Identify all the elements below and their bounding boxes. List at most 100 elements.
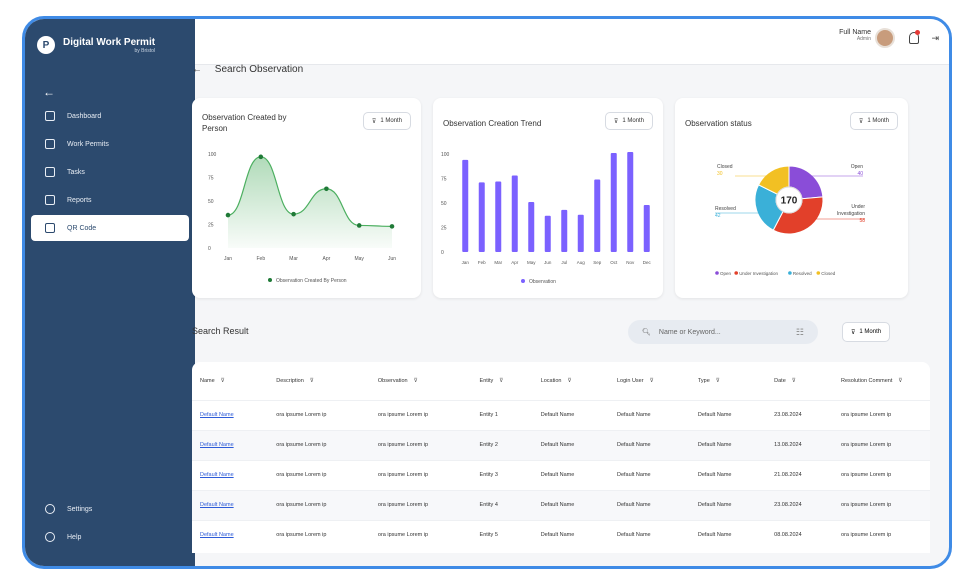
table-cell: ora ipsume Lorem ip xyxy=(268,399,370,430)
page-back-button[interactable]: ← xyxy=(192,64,202,75)
table-cell: Default Name xyxy=(532,399,609,430)
column-filter-icon[interactable]: ⊽ xyxy=(716,378,720,384)
table-cell: ora ipsume Lorem ip xyxy=(268,519,370,550)
column-header[interactable]: Login User ⊽ xyxy=(609,362,690,400)
sidebar-item-work-permits[interactable]: Work Permits xyxy=(31,131,189,157)
row-name-link[interactable]: Default Name xyxy=(192,399,269,430)
x-tick-label: Apr xyxy=(323,256,331,262)
bar xyxy=(610,153,617,252)
column-header[interactable]: Entity ⊽ xyxy=(472,362,533,400)
x-tick-label: Dec xyxy=(643,260,652,265)
y-tick-label: 75 xyxy=(208,176,214,182)
y-tick-label: 100 xyxy=(208,152,217,158)
row-name-link[interactable]: Default Name xyxy=(192,429,269,460)
column-label: Description xyxy=(276,377,304,384)
table-cell: ora ipsume Lorem ip xyxy=(369,489,472,520)
table-row[interactable]: Default Name ora ipsume Lorem ip ora ipsum… xyxy=(192,489,930,520)
data-point xyxy=(356,223,362,228)
column-filter-icon[interactable]: ⊽ xyxy=(221,378,225,384)
legend-label: Resolved xyxy=(793,271,812,276)
row-name-link[interactable]: Default Name xyxy=(192,519,269,550)
table-cell: ora ipsume Lorem ip xyxy=(268,429,370,460)
x-tick-label: Jun xyxy=(388,256,396,262)
column-label: Observation xyxy=(377,377,408,384)
columns-icon[interactable]: ☷ xyxy=(796,327,804,338)
legend-marker xyxy=(788,271,792,275)
legend-marker xyxy=(734,271,738,275)
reports-icon xyxy=(45,195,55,205)
nav-label: Settings xyxy=(67,505,93,513)
table-cell: Entity 5 xyxy=(471,519,533,550)
column-filter-icon[interactable]: ⊽ xyxy=(650,378,654,384)
column-header[interactable]: Description ⊽ xyxy=(268,362,370,400)
column-filter-icon[interactable]: ⊽ xyxy=(792,378,796,384)
column-header[interactable]: Name ⊽ xyxy=(192,362,268,400)
column-header[interactable]: Location ⊽ xyxy=(533,362,609,400)
bar xyxy=(462,159,469,252)
page-title: Search Observation xyxy=(214,64,304,75)
data-point xyxy=(291,211,296,217)
column-filter-icon[interactable]: ⊽ xyxy=(567,378,571,384)
bar xyxy=(544,215,551,252)
legend-marker xyxy=(268,278,272,282)
table-row[interactable]: Default Name ora ipsume Lorem ip ora ipsum… xyxy=(192,459,930,490)
table-row[interactable]: Default Name ora ipsume Lorem ip ora ipsum… xyxy=(192,429,930,460)
table-cell: ora ipsume Lorem ip xyxy=(833,459,930,490)
x-tick-label: Apr xyxy=(511,260,519,265)
column-label: Date xyxy=(774,377,786,384)
bar xyxy=(511,175,518,252)
column-header[interactable]: Date ⊽ xyxy=(766,362,833,400)
notification-dot xyxy=(915,30,920,35)
x-tick-label: Jun xyxy=(544,260,552,265)
slice-label: Resolved xyxy=(715,206,736,212)
sidebar-item-reports[interactable]: Reports xyxy=(31,187,189,213)
sidebar-item-help[interactable]: Help xyxy=(31,524,189,550)
slice-value: 30 xyxy=(717,171,723,177)
x-tick-label: Aug xyxy=(577,260,586,265)
table-cell: Default Name xyxy=(608,489,690,520)
user-info[interactable]: Full Name Admin xyxy=(839,29,871,42)
x-tick-label: Sep xyxy=(593,260,602,265)
table-row[interactable]: Default Name ora ipsume Lorem ip ora ipsum… xyxy=(192,399,930,430)
y-tick-label: 50 xyxy=(208,199,214,205)
x-tick-label: May xyxy=(354,256,364,262)
table-cell: Entity 2 xyxy=(471,429,533,460)
legend-marker xyxy=(521,279,525,283)
column-header[interactable]: Type ⊽ xyxy=(690,362,766,400)
table-cell: Default Name xyxy=(608,399,690,430)
column-filter-icon[interactable]: ⊽ xyxy=(414,378,418,384)
x-tick-label: Nov xyxy=(626,260,635,265)
column-filter-icon[interactable]: ⊽ xyxy=(499,378,503,384)
logout-icon[interactable]: ⇥ xyxy=(931,33,939,44)
sidebar-item-settings[interactable]: Settings xyxy=(31,496,189,522)
sidebar-item-dashboard[interactable]: Dashboard xyxy=(31,103,189,129)
bar xyxy=(478,182,485,252)
column-header[interactable]: Observation ⊽ xyxy=(370,362,472,400)
sidebar-item-tasks[interactable]: Tasks xyxy=(31,159,189,185)
table-cell: Entity 3 xyxy=(471,459,533,490)
result-filter-button[interactable]: ⊽ 1 Month xyxy=(842,322,891,342)
table-cell: ora ipsume Lorem ip xyxy=(268,489,370,520)
table-row[interactable]: Default Name ora ipsume Lorem ip ora ipsum… xyxy=(192,519,930,550)
row-name-link[interactable]: Default Name xyxy=(192,489,269,520)
y-tick-label: 75 xyxy=(441,177,447,183)
column-header[interactable]: Resolution Comment ⊽ xyxy=(833,362,930,400)
column-filter-icon[interactable]: ⊽ xyxy=(898,378,902,384)
bar xyxy=(495,181,502,252)
nav-label: Dashboard xyxy=(67,112,102,120)
column-filter-icon[interactable]: ⊽ xyxy=(310,378,314,384)
chart-card-trend: Observation Creation Trend ⊽ 1 Month 100 7… xyxy=(433,98,663,298)
sidebar-back-button[interactable]: ← xyxy=(25,71,195,101)
column-label: Name xyxy=(200,377,215,384)
search-input[interactable]: 🔍︎ Name or Keyword... ☷ xyxy=(628,320,818,344)
table-cell: Default Name xyxy=(608,519,690,550)
sidebar-item-qr-code[interactable]: QR Code xyxy=(31,215,189,241)
legend-label: Closed xyxy=(821,271,836,276)
avatar[interactable] xyxy=(875,28,895,48)
column-label: Entity xyxy=(479,377,494,384)
table-cell: ora ipsume Lorem ip xyxy=(369,459,472,490)
row-name-link[interactable]: Default Name xyxy=(192,459,269,490)
table-cell: 21.08.2024 xyxy=(766,459,834,490)
x-tick-label: Mar xyxy=(289,256,298,262)
table-cell: 08.08.2024 xyxy=(766,519,834,550)
